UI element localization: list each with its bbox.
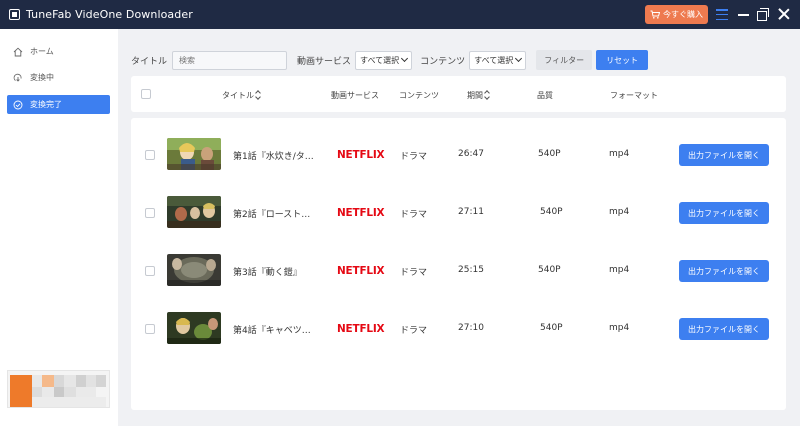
select-all-checkbox[interactable]	[141, 89, 151, 99]
service-logo: NETFLIX	[337, 206, 385, 219]
filter-button[interactable]: フィルター	[536, 50, 593, 70]
content-type: ドラマ	[400, 268, 428, 278]
sidebar-item-label: 変換中	[30, 73, 54, 82]
close-icon[interactable]	[777, 7, 791, 21]
app-logo-icon	[9, 9, 20, 20]
duration: 26:47	[458, 149, 484, 159]
promo-banner-image[interactable]	[7, 370, 110, 408]
check-circle-icon	[13, 100, 23, 109]
video-title: 第2話『ロースト…	[233, 210, 311, 220]
sidebar-item-completed[interactable]: 変換完了	[7, 95, 110, 114]
service-logo: NETFLIX	[337, 264, 385, 277]
column-header-content: コンテンツ	[399, 91, 439, 100]
table-row: 第2話『ロースト… NETFLIX ドラマ 27:11 540P mp4 出力フ…	[131, 183, 786, 241]
format: mp4	[609, 265, 630, 275]
maximize-icon[interactable]	[757, 8, 769, 21]
cart-icon	[650, 10, 660, 19]
chevron-down-icon	[401, 54, 409, 63]
column-header-quality: 品質	[537, 91, 553, 100]
buy-now-button[interactable]: 今すぐ購入	[645, 5, 708, 24]
video-thumbnail	[167, 196, 221, 228]
row-checkbox[interactable]	[145, 208, 155, 218]
video-thumbnail	[167, 138, 221, 170]
duration: 25:15	[458, 265, 484, 275]
app-title: TuneFab VideOne Downloader	[26, 8, 193, 21]
video-list: 第1話『水炊き/タ… NETFLIX ドラマ 26:47 540P mp4 出力…	[131, 118, 786, 410]
table-row: 第4話『キャベツ… NETFLIX ドラマ 27:10 540P mp4 出力フ…	[131, 299, 786, 357]
video-title: 第3話『動く鎧』	[233, 268, 302, 278]
duration: 27:11	[458, 207, 484, 217]
service-logo: NETFLIX	[337, 148, 385, 161]
sort-icon	[485, 91, 490, 99]
quality: 540P	[540, 207, 563, 217]
content-type: ドラマ	[400, 210, 428, 220]
quality: 540P	[540, 323, 563, 333]
table-header: タイトル 動画サービス コンテンツ 期間 品質 フォーマット	[131, 76, 786, 112]
column-header-service: 動画サービス	[331, 91, 379, 100]
title-filter-label: タイトル	[131, 56, 168, 67]
chevron-down-icon	[515, 54, 523, 63]
menu-icon[interactable]	[716, 9, 728, 20]
table-row: 第3話『動く鎧』 NETFLIX ドラマ 25:15 540P mp4 出力ファ…	[131, 241, 786, 299]
content-select-value: すべて選択	[474, 55, 514, 65]
title-bar: TuneFab VideOne Downloader 今すぐ購入	[0, 0, 800, 29]
open-output-file-button[interactable]: 出力ファイルを開く	[679, 202, 769, 224]
quality: 540P	[538, 265, 561, 275]
video-title: 第1話『水炊き/タ…	[233, 152, 314, 162]
content-filter-label: コンテンツ	[420, 56, 466, 67]
sidebar: ホーム 変換中 変換完了	[0, 29, 118, 426]
row-checkbox[interactable]	[145, 324, 155, 334]
column-header-title[interactable]: タイトル	[222, 90, 261, 101]
search-input[interactable]	[172, 50, 288, 70]
service-select-value: すべて選択	[360, 55, 400, 65]
minimize-icon[interactable]	[738, 14, 749, 16]
filter-bar: タイトル 動画サービス すべて選択 コンテンツ すべて選択 フィルター リセット	[131, 49, 786, 71]
service-logo: NETFLIX	[337, 322, 385, 335]
format: mp4	[609, 149, 630, 159]
content-type: ドラマ	[400, 152, 428, 162]
open-output-file-button[interactable]: 出力ファイルを開く	[679, 144, 769, 166]
video-thumbnail	[167, 254, 221, 286]
home-icon	[13, 47, 23, 56]
row-checkbox[interactable]	[145, 266, 155, 276]
sort-icon	[256, 91, 261, 99]
sidebar-item-home[interactable]: ホーム	[7, 42, 110, 61]
sidebar-item-converting[interactable]: 変換中	[7, 68, 110, 87]
reset-button[interactable]: リセット	[596, 50, 649, 70]
row-checkbox[interactable]	[145, 150, 155, 160]
content-select[interactable]: すべて選択	[469, 50, 527, 70]
open-output-file-button[interactable]: 出力ファイルを開く	[679, 318, 769, 340]
duration: 27:10	[458, 323, 484, 333]
sidebar-item-label: 変換完了	[30, 100, 62, 109]
video-thumbnail	[167, 312, 221, 344]
column-header-format: フォーマット	[610, 91, 658, 100]
content-type: ドラマ	[400, 326, 428, 336]
video-title: 第4話『キャベツ…	[233, 326, 311, 336]
table-row: 第1話『水炊き/タ… NETFLIX ドラマ 26:47 540P mp4 出力…	[131, 125, 786, 183]
service-select[interactable]: すべて選択	[355, 50, 413, 70]
sidebar-item-label: ホーム	[30, 47, 54, 56]
format: mp4	[609, 323, 630, 333]
buy-now-label: 今すぐ購入	[663, 10, 703, 19]
service-filter-label: 動画サービス	[297, 56, 352, 67]
open-output-file-button[interactable]: 出力ファイルを開く	[679, 260, 769, 282]
column-header-duration[interactable]: 期間	[467, 90, 490, 101]
quality: 540P	[538, 149, 561, 159]
format: mp4	[609, 207, 630, 217]
converting-icon	[13, 73, 22, 82]
